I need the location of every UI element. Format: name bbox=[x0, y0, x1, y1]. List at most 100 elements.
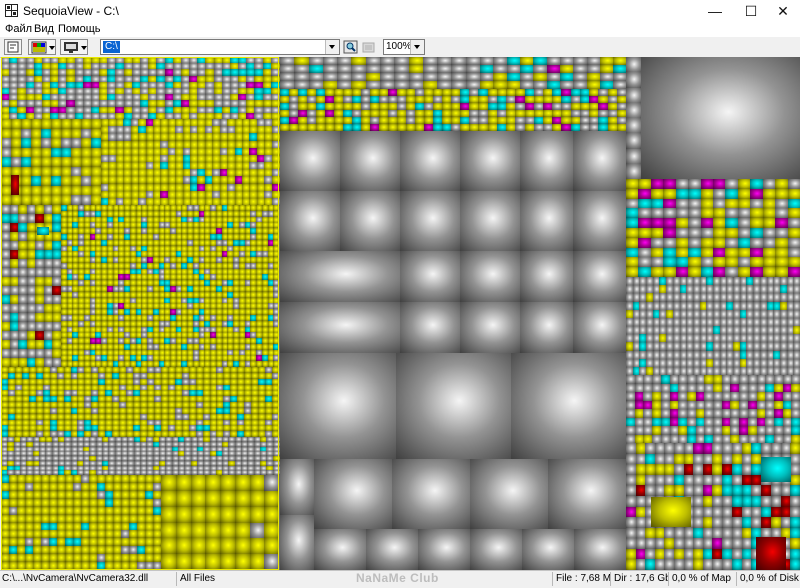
treemap-cell[interactable] bbox=[573, 57, 587, 65]
treemap-cell[interactable] bbox=[460, 191, 520, 251]
treemap-cell[interactable] bbox=[437, 81, 452, 89]
treemap-cell[interactable] bbox=[704, 409, 713, 418]
treemap-cell[interactable] bbox=[522, 529, 574, 570]
treemap-cell[interactable] bbox=[325, 96, 334, 103]
treemap-cell[interactable] bbox=[520, 81, 534, 89]
treemap-cell[interactable] bbox=[687, 426, 696, 435]
treemap-cell[interactable] bbox=[366, 65, 381, 73]
treemap-cell[interactable] bbox=[280, 73, 295, 81]
treemap-cell[interactable] bbox=[664, 485, 674, 496]
treemap-cell[interactable] bbox=[415, 117, 424, 124]
treemap-cell[interactable] bbox=[493, 81, 507, 89]
treemap-cell[interactable] bbox=[423, 73, 438, 81]
treemap-cell[interactable] bbox=[547, 57, 561, 65]
treemap-cell[interactable] bbox=[639, 342, 646, 351]
treemap-cell[interactable] bbox=[750, 189, 763, 199]
treemap-cell[interactable] bbox=[466, 65, 481, 73]
treemap-cell[interactable] bbox=[643, 375, 652, 384]
treemap-cell[interactable] bbox=[748, 426, 757, 435]
treemap-cell[interactable] bbox=[739, 392, 748, 401]
treemap-cell[interactable] bbox=[325, 117, 334, 124]
treemap-cell[interactable] bbox=[645, 538, 655, 549]
treemap-cell[interactable] bbox=[409, 73, 424, 81]
zoom-out-button[interactable] bbox=[360, 39, 376, 55]
treemap-cell[interactable] bbox=[316, 96, 325, 103]
treemap-cell[interactable] bbox=[674, 485, 684, 496]
close-button[interactable]: ✕ bbox=[766, 0, 800, 22]
treemap-cell[interactable] bbox=[379, 96, 388, 103]
treemap-cell[interactable] bbox=[340, 191, 400, 251]
treemap-cell[interactable] bbox=[664, 464, 674, 475]
treemap-cell[interactable] bbox=[560, 81, 574, 89]
treemap-cell[interactable] bbox=[791, 392, 800, 401]
treemap-cell[interactable] bbox=[788, 189, 800, 199]
treemap-cell[interactable] bbox=[732, 517, 742, 528]
treemap-cell[interactable] bbox=[750, 218, 763, 228]
treemap-cell[interactable] bbox=[751, 443, 761, 454]
treemap-cell[interactable] bbox=[751, 485, 761, 496]
treemap-cell[interactable] bbox=[645, 559, 655, 570]
treemap-cell[interactable] bbox=[323, 57, 338, 65]
treemap-cell[interactable] bbox=[732, 559, 742, 570]
treemap-cell[interactable] bbox=[406, 110, 415, 117]
treemap-cell[interactable] bbox=[790, 538, 800, 549]
treemap-cell[interactable] bbox=[515, 96, 525, 103]
treemap-cell[interactable] bbox=[688, 267, 701, 277]
treemap-cell[interactable] bbox=[775, 267, 788, 277]
treemap-cell[interactable] bbox=[380, 73, 395, 81]
treemap-cell[interactable] bbox=[774, 426, 783, 435]
treemap-cell[interactable] bbox=[774, 392, 783, 401]
treemap-cell[interactable] bbox=[388, 110, 397, 117]
treemap-cell[interactable] bbox=[289, 124, 298, 131]
treemap-cell[interactable] bbox=[761, 517, 771, 528]
treemap-cell[interactable] bbox=[397, 89, 406, 96]
treemap-cell[interactable] bbox=[790, 443, 800, 454]
treemap-cell[interactable] bbox=[722, 538, 732, 549]
treemap-cell[interactable] bbox=[790, 464, 800, 475]
treemap-cell[interactable] bbox=[573, 302, 626, 353]
treemap-cell[interactable] bbox=[493, 65, 507, 73]
treemap-cell[interactable] bbox=[791, 375, 800, 384]
treemap-cell[interactable] bbox=[520, 73, 534, 81]
treemap-cell[interactable] bbox=[478, 117, 488, 124]
treemap-cell[interactable] bbox=[661, 375, 670, 384]
treemap-cell[interactable] bbox=[298, 124, 307, 131]
treemap-cell[interactable] bbox=[415, 96, 424, 103]
treemap-cell[interactable] bbox=[394, 65, 409, 73]
treemap-cell[interactable] bbox=[423, 81, 438, 89]
treemap-cell[interactable] bbox=[673, 342, 680, 351]
treemap-cell[interactable] bbox=[626, 57, 641, 73]
treemap-cell[interactable] bbox=[775, 218, 788, 228]
treemap-cell[interactable] bbox=[598, 124, 608, 131]
treemap-cell[interactable] bbox=[451, 65, 466, 73]
treemap-cell[interactable] bbox=[713, 392, 722, 401]
treemap-cell[interactable] bbox=[774, 409, 783, 418]
treemap-cell[interactable] bbox=[688, 179, 701, 189]
treemap-cell[interactable] bbox=[765, 375, 774, 384]
treemap-cell[interactable] bbox=[520, 131, 573, 191]
treemap-cell[interactable] bbox=[437, 65, 452, 73]
treemap-cell[interactable] bbox=[424, 96, 433, 103]
treemap-cell[interactable] bbox=[722, 517, 732, 528]
treemap-cell[interactable] bbox=[626, 538, 636, 549]
treemap-cell[interactable] bbox=[626, 342, 633, 351]
path-combobox[interactable]: C:\ bbox=[100, 39, 340, 55]
treemap-cell[interactable] bbox=[460, 251, 520, 302]
treemap-cell[interactable] bbox=[673, 293, 680, 302]
treemap-cell[interactable] bbox=[598, 110, 608, 117]
treemap-cell[interactable] bbox=[626, 409, 635, 418]
treemap-cell[interactable] bbox=[307, 117, 316, 124]
treemap-cell[interactable] bbox=[433, 117, 442, 124]
treemap-cell[interactable] bbox=[638, 179, 651, 189]
treemap-cell[interactable] bbox=[397, 117, 406, 124]
treemap-cell[interactable] bbox=[415, 110, 424, 117]
treemap-cell[interactable] bbox=[280, 353, 396, 459]
treemap-cell[interactable] bbox=[340, 131, 400, 191]
treemap-cell[interactable] bbox=[756, 537, 786, 570]
treemap-cell[interactable] bbox=[753, 342, 760, 351]
treemap-cell[interactable] bbox=[693, 485, 703, 496]
treemap-cell[interactable] bbox=[437, 57, 452, 65]
treemap-cell[interactable] bbox=[793, 342, 800, 351]
treemap-cell[interactable] bbox=[533, 81, 547, 89]
treemap-cell[interactable] bbox=[337, 57, 352, 65]
